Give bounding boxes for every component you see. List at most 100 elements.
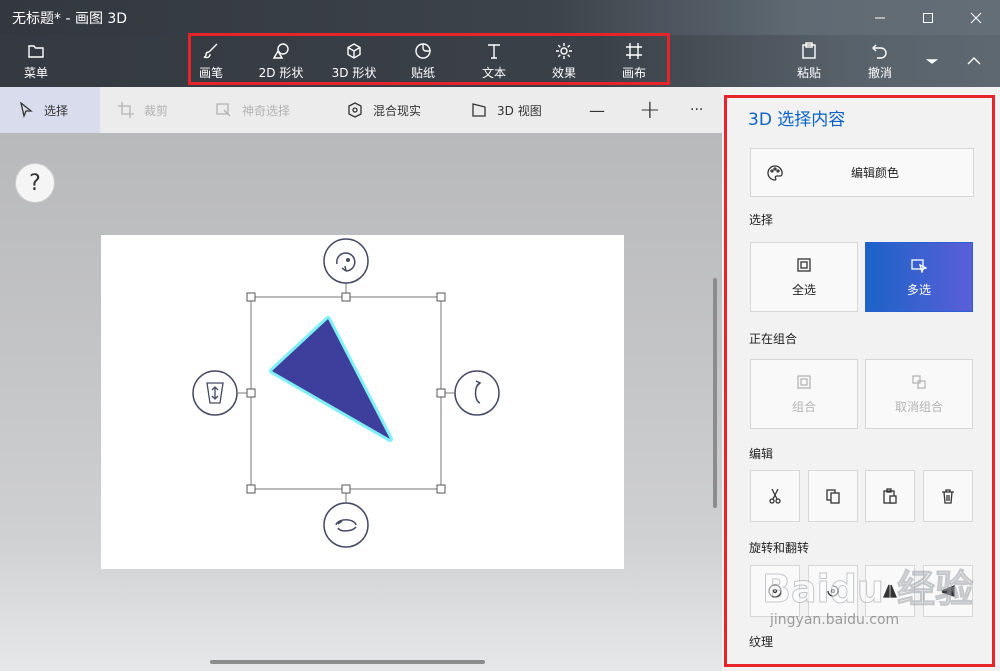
folder-icon [28,44,44,58]
vertical-scrollbar[interactable] [713,278,717,508]
mixed-reality-icon [348,102,362,118]
flip-vertical-button[interactable] [923,565,973,617]
window-title: 无标题* - 画图 3D [12,10,128,27]
group-button[interactable]: 组合 [750,359,858,429]
resize-handle[interactable] [436,292,446,302]
title-bar: 无标题* - 画图 3D [0,0,1000,35]
magic-select-label: 神奇选择 [242,103,291,118]
history-dropdown-button[interactable] [920,35,944,87]
side-panel: 3D 选择内容 编辑颜色 选择 全选 多选 正在组合 组合 取消组合 编辑 旋转… [722,87,1000,671]
select-label: 选择 [44,103,69,118]
select-button[interactable]: 选择 [0,87,100,133]
resize-handle[interactable] [341,292,351,302]
undo-button[interactable]: 撤消 [859,35,901,87]
window-controls [856,0,1000,35]
depth-handle[interactable] [192,370,238,416]
menu-button[interactable]: 菜单 [16,35,56,87]
tool-text[interactable]: 文本 [473,35,515,87]
clipboard-icon [883,488,897,504]
view-3d-icon [472,103,486,117]
maximize-button[interactable] [904,0,952,35]
resize-handle[interactable] [246,388,256,398]
group-label: 组合 [791,399,816,414]
resize-handle[interactable] [246,292,256,302]
cube-icon [347,42,361,59]
undo-icon [872,44,887,59]
section-group-label: 正在组合 [749,332,798,346]
zoom-in-button[interactable]: + [639,87,661,133]
magic-select-button[interactable]: 神奇选择 [216,87,290,133]
selection-overlay [192,238,500,548]
cut-button[interactable] [750,470,800,522]
resize-handle[interactable] [246,484,256,494]
canvas-area[interactable]: ? [0,133,722,671]
tool-2d-shapes[interactable]: 2D 形状 [253,35,309,87]
ungroup-button[interactable]: 取消组合 [865,359,973,429]
section-rotate-label: 旋转和翻转 [749,541,810,555]
sticker-icon [415,42,431,59]
tool-label: 画布 [621,65,646,80]
paste-panel-button[interactable] [865,470,915,522]
collapse-toolbar-button[interactable] [955,35,993,87]
close-button[interactable] [952,0,1000,35]
chevron-up-icon [967,57,981,65]
tool-brush[interactable]: 画笔 [190,35,232,87]
rotate-x-handle[interactable] [323,502,369,548]
copy-icon [826,489,840,504]
magic-select-icon [216,103,231,117]
tool-label: 2D 形状 [258,65,304,80]
crop-button[interactable]: 裁剪 [118,87,168,133]
more-label: ··· [690,102,704,118]
view-3d-button[interactable]: 3D 视图 [471,87,542,133]
zoom-in-label: + [639,95,661,125]
tool-stickers[interactable]: 贴纸 [402,35,444,87]
text-icon [488,43,500,59]
edit-color-button[interactable]: 编辑颜色 [750,148,974,197]
scissors-icon [769,488,781,504]
horizontal-scrollbar[interactable] [210,660,485,664]
resize-handle[interactable] [436,388,446,398]
mixed-reality-button[interactable]: 混合现实 [347,87,421,133]
multi-select-button[interactable]: 多选 [865,242,973,312]
zoom-out-button[interactable]: — [589,87,605,133]
multi-select-icon [911,258,927,273]
zoom-out-label: — [589,100,605,120]
paste-label: 粘贴 [796,65,821,80]
minimize-button[interactable] [856,0,904,35]
copy-button[interactable] [808,470,858,522]
flip-horizontal-button[interactable] [865,565,915,617]
rotate-left-button[interactable] [750,565,800,617]
delete-button[interactable] [923,470,973,522]
rotate-right-button[interactable] [808,565,858,617]
tool-label: 效果 [551,65,576,80]
mixed-reality-label: 混合现实 [373,103,422,118]
brush-icon [203,43,218,58]
tool-label: 文本 [481,65,506,80]
edit-color-label: 编辑颜色 [851,166,900,180]
minimize-icon [875,17,885,18]
select-all-button[interactable]: 全选 [750,242,858,312]
more-button[interactable]: ··· [690,87,703,133]
select-all-label: 全选 [791,282,816,297]
section-texture-label: 纹理 [749,635,774,649]
shapes-2d-icon [272,42,289,59]
tool-effects[interactable]: 效果 [543,35,585,87]
paste-button[interactable]: 粘贴 [788,35,830,87]
tool-canvas[interactable]: 画布 [613,35,655,87]
rotate-y-handle[interactable] [454,370,500,416]
triangle-shape[interactable] [272,319,390,439]
tool-label: 贴纸 [410,65,435,80]
ungroup-label: 取消组合 [894,399,943,414]
clipboard-icon [802,41,816,59]
tool-3d-shapes[interactable]: 3D 形状 [326,35,382,87]
rotate-right-icon [827,585,839,597]
sun-icon [556,42,572,59]
chevron-down-icon [925,59,939,64]
undo-label: 撤消 [867,65,892,80]
select-all-icon [797,257,811,272]
rotate-z-handle[interactable] [323,238,369,284]
resize-handle[interactable] [436,484,446,494]
flip-vertical-icon [941,585,955,597]
secondary-toolbar: 选择 裁剪 神奇选择 混合现实 3D 视图 — + ··· [0,87,722,133]
resize-handle[interactable] [341,484,351,494]
